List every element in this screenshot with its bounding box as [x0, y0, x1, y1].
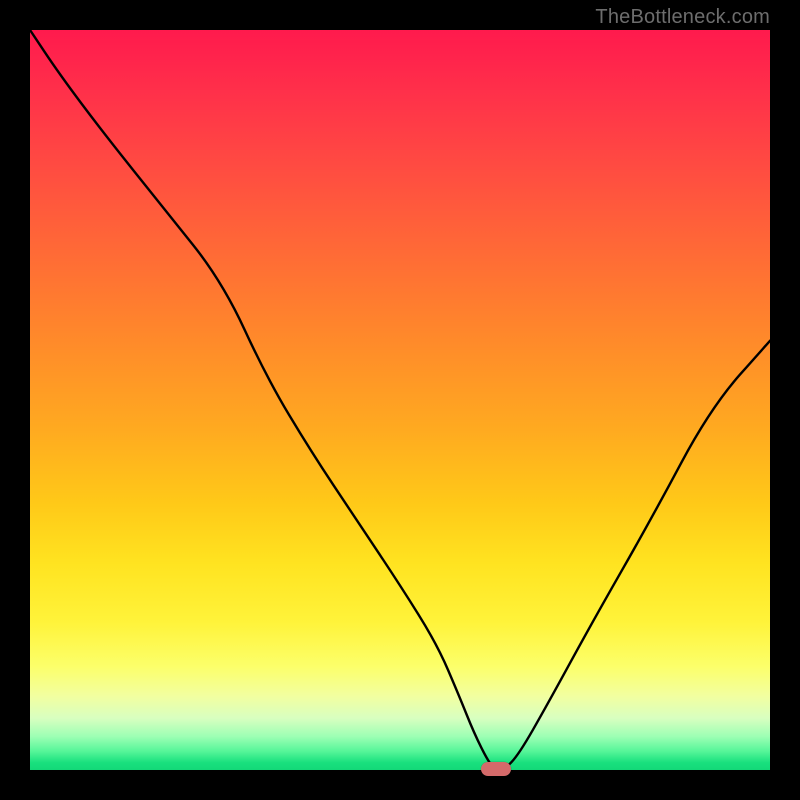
curve-path: [30, 30, 770, 770]
bottleneck-curve: [30, 30, 770, 770]
optimum-marker: [481, 762, 511, 776]
plot-area: [30, 30, 770, 770]
watermark-text: TheBottleneck.com: [595, 6, 770, 29]
chart-frame: TheBottleneck.com: [0, 0, 800, 800]
